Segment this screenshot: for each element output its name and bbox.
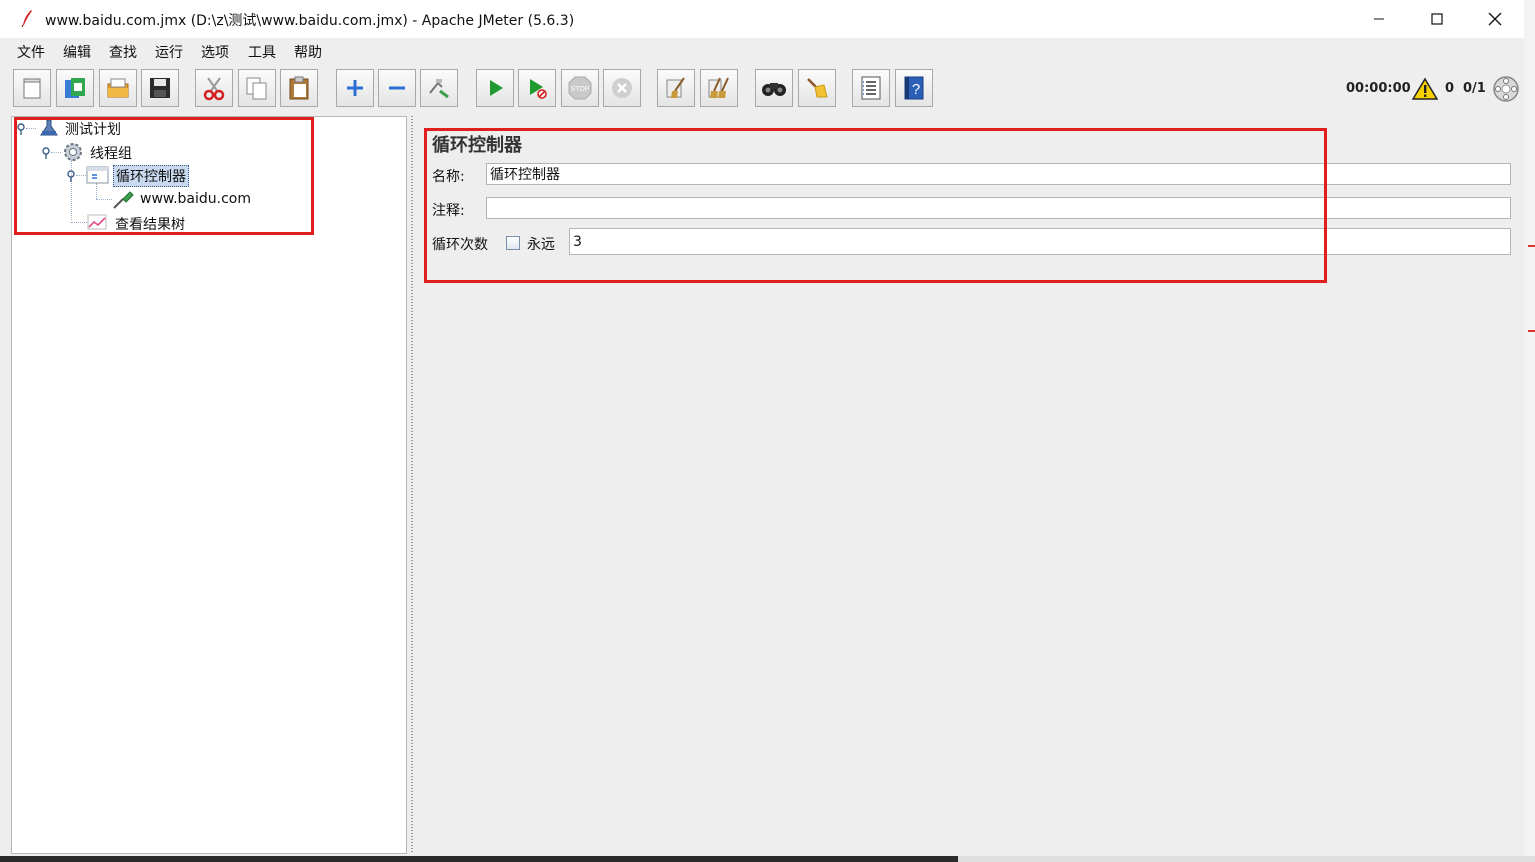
help-button[interactable]: ? xyxy=(895,69,933,107)
save-icon xyxy=(150,78,170,98)
warning-count: 0 xyxy=(1445,81,1455,96)
start-no-pause-icon xyxy=(530,79,547,99)
function-helper-button[interactable] xyxy=(852,69,890,107)
expand-button[interactable] xyxy=(336,69,374,107)
menu-run[interactable]: 运行 xyxy=(155,42,183,62)
stop-icon: STOP xyxy=(568,76,592,100)
active-threads-count: 0/1 xyxy=(1463,81,1486,96)
templates-icon xyxy=(65,78,85,98)
start-icon xyxy=(490,80,503,96)
menu-search[interactable]: 查找 xyxy=(109,42,137,62)
menu-edit[interactable]: 编辑 xyxy=(63,42,91,62)
window-title: www.baidu.com.jmx (D:\z\测试\www.baidu.com… xyxy=(45,13,575,29)
save-button[interactable] xyxy=(141,69,179,107)
help-icon: ? xyxy=(904,76,924,100)
clear-button[interactable] xyxy=(657,69,695,107)
start-button[interactable] xyxy=(476,69,514,107)
open-button[interactable] xyxy=(99,69,137,107)
menu-file[interactable]: 文件 xyxy=(17,42,45,62)
clear-all-icon xyxy=(708,77,729,98)
start-no-pause-button[interactable] xyxy=(518,69,556,107)
open-icon xyxy=(107,78,129,98)
panel-highlight-box xyxy=(424,128,1327,283)
clear-icon xyxy=(666,77,685,98)
shutdown-button[interactable] xyxy=(603,69,641,107)
elapsed-timer: 00:00:00 xyxy=(1346,81,1411,96)
menu-bar: 文件 编辑 查找 运行 选项 工具 帮助 xyxy=(10,38,1524,63)
close-button[interactable] xyxy=(1466,0,1524,38)
reset-search-icon xyxy=(807,78,828,98)
desktop-background-right xyxy=(1524,0,1535,862)
svg-text:STOP: STOP xyxy=(571,86,590,93)
jmeter-window: www.baidu.com.jmx (D:\z\测试\www.baidu.com… xyxy=(0,0,1524,856)
title-bar: www.baidu.com.jmx (D:\z\测试\www.baidu.com… xyxy=(0,0,1524,38)
search-button[interactable] xyxy=(755,69,793,107)
collapse-icon xyxy=(389,86,405,90)
warning-icon[interactable] xyxy=(1412,77,1438,101)
function-helper-icon xyxy=(861,76,881,100)
collapse-button[interactable] xyxy=(378,69,416,107)
menu-tools[interactable]: 工具 xyxy=(248,42,276,62)
reset-search-button[interactable] xyxy=(798,69,836,107)
shutdown-icon xyxy=(612,78,632,98)
panel-splitter[interactable] xyxy=(408,116,416,854)
toolbar: STOP ? 00:00:00 0 0/1 xyxy=(10,64,1524,112)
clear-all-button[interactable] xyxy=(700,69,738,107)
paste-icon xyxy=(289,76,309,100)
remote-status-icon xyxy=(1493,76,1519,102)
minimize-icon xyxy=(1374,18,1384,20)
copy-icon xyxy=(246,77,267,100)
templates-button[interactable] xyxy=(56,69,94,107)
new-button[interactable] xyxy=(13,69,51,107)
maximize-icon xyxy=(1431,13,1443,25)
menu-options[interactable]: 选项 xyxy=(201,42,229,62)
jmeter-feather-icon xyxy=(21,10,32,27)
cut-button[interactable] xyxy=(195,69,233,107)
toggle-button[interactable] xyxy=(420,69,458,107)
expand-icon xyxy=(347,80,363,96)
close-icon xyxy=(1488,12,1502,26)
toggle-icon xyxy=(429,79,449,99)
maximize-button[interactable] xyxy=(1408,0,1466,38)
search-icon xyxy=(762,83,786,96)
svg-text:?: ? xyxy=(912,81,920,98)
desktop-taskbar-edge xyxy=(0,856,1535,862)
tree-highlight-box xyxy=(14,117,314,235)
new-icon xyxy=(23,78,41,99)
stop-button[interactable]: STOP xyxy=(561,69,599,107)
cut-icon xyxy=(203,77,225,101)
paste-button[interactable] xyxy=(280,69,318,107)
menu-help[interactable]: 帮助 xyxy=(294,42,322,62)
minimize-button[interactable] xyxy=(1350,0,1408,38)
copy-button[interactable] xyxy=(238,69,276,107)
